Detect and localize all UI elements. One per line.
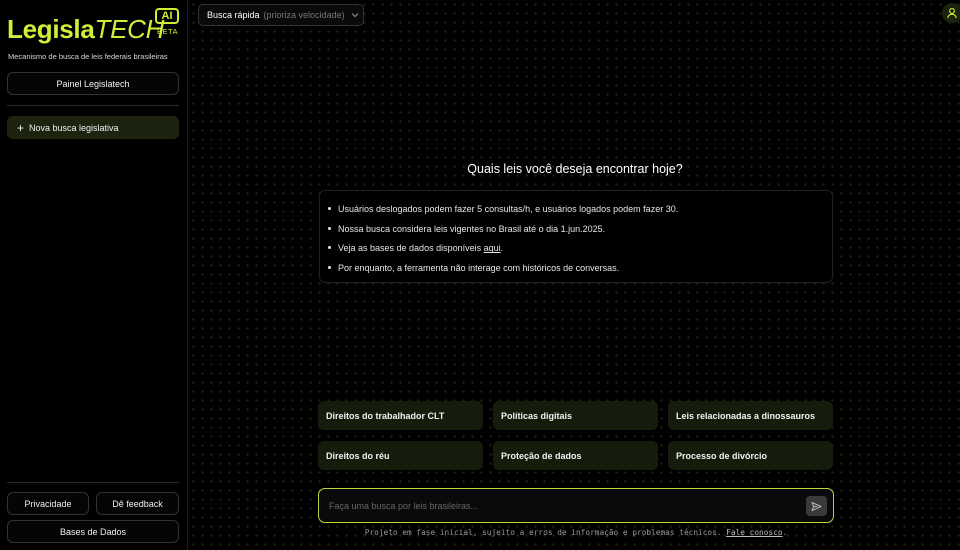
info-item: Nossa busca considera leis vigentes no B… xyxy=(328,222,832,242)
privacy-button[interactable]: Privacidade xyxy=(7,492,89,515)
new-search-button[interactable]: + Nova busca legislativa xyxy=(7,116,179,139)
suggestion-button[interactable]: Processo de divórcio xyxy=(668,441,833,470)
info-item: Veja as bases de dados disponíveis aqui. xyxy=(328,241,832,261)
divider xyxy=(7,105,179,106)
plus-icon: + xyxy=(17,120,25,135)
mode-label: Busca rápida xyxy=(207,10,260,20)
databases-link[interactable]: aqui xyxy=(484,243,501,253)
tagline: Mecanismo de busca de leis federais bras… xyxy=(8,52,168,61)
user-icon[interactable] xyxy=(942,3,960,23)
suggestion-button[interactable]: Leis relacionadas a dinossauros xyxy=(668,401,833,430)
chevron-down-icon xyxy=(351,11,359,20)
sidebar: LegislaTECH AI BETA Mecanismo de busca d… xyxy=(0,0,188,550)
feedback-button[interactable]: Dê feedback xyxy=(96,492,179,515)
suggestion-button[interactable]: Direitos do réu xyxy=(318,441,483,470)
send-button[interactable] xyxy=(806,496,827,516)
mode-hint: (prioriza velocidade) xyxy=(263,10,345,20)
page-title: Quais leis você deseja encontrar hoje? xyxy=(467,162,683,176)
databases-button[interactable]: Bases de Dados xyxy=(7,520,179,543)
new-search-label: Nova busca legislativa xyxy=(29,122,119,133)
send-icon xyxy=(811,501,822,511)
divider xyxy=(7,482,179,483)
search-box xyxy=(318,488,834,523)
logo[interactable]: LegislaTECH AI BETA xyxy=(7,6,182,50)
footer-note: Projeto em fase inicial, sujeito a erros… xyxy=(364,528,788,537)
suggestion-button[interactable]: Proteção de dados xyxy=(493,441,658,470)
search-mode-select[interactable]: Busca rápida (prioriza velocidade) xyxy=(198,4,364,26)
suggestion-button[interactable]: Direitos do trabalhador CLT xyxy=(318,401,483,430)
logo-text: LegislaTECH xyxy=(7,14,165,44)
suggestion-button[interactable]: Políticas digitais xyxy=(493,401,658,430)
info-box: Usuários deslogados podem fazer 5 consul… xyxy=(319,190,833,283)
search-input[interactable] xyxy=(329,498,789,514)
ai-badge: AI xyxy=(155,8,179,24)
info-item: Por enquanto, a ferramenta não interage … xyxy=(328,261,832,281)
panel-button[interactable]: Painel Legislatech xyxy=(7,72,179,95)
main-area: Busca rápida (prioriza velocidade) Quais… xyxy=(189,0,960,550)
info-item: Usuários deslogados podem fazer 5 consul… xyxy=(328,202,832,222)
beta-label: BETA xyxy=(157,27,179,36)
contact-link[interactable]: Fale conosco xyxy=(726,528,782,537)
